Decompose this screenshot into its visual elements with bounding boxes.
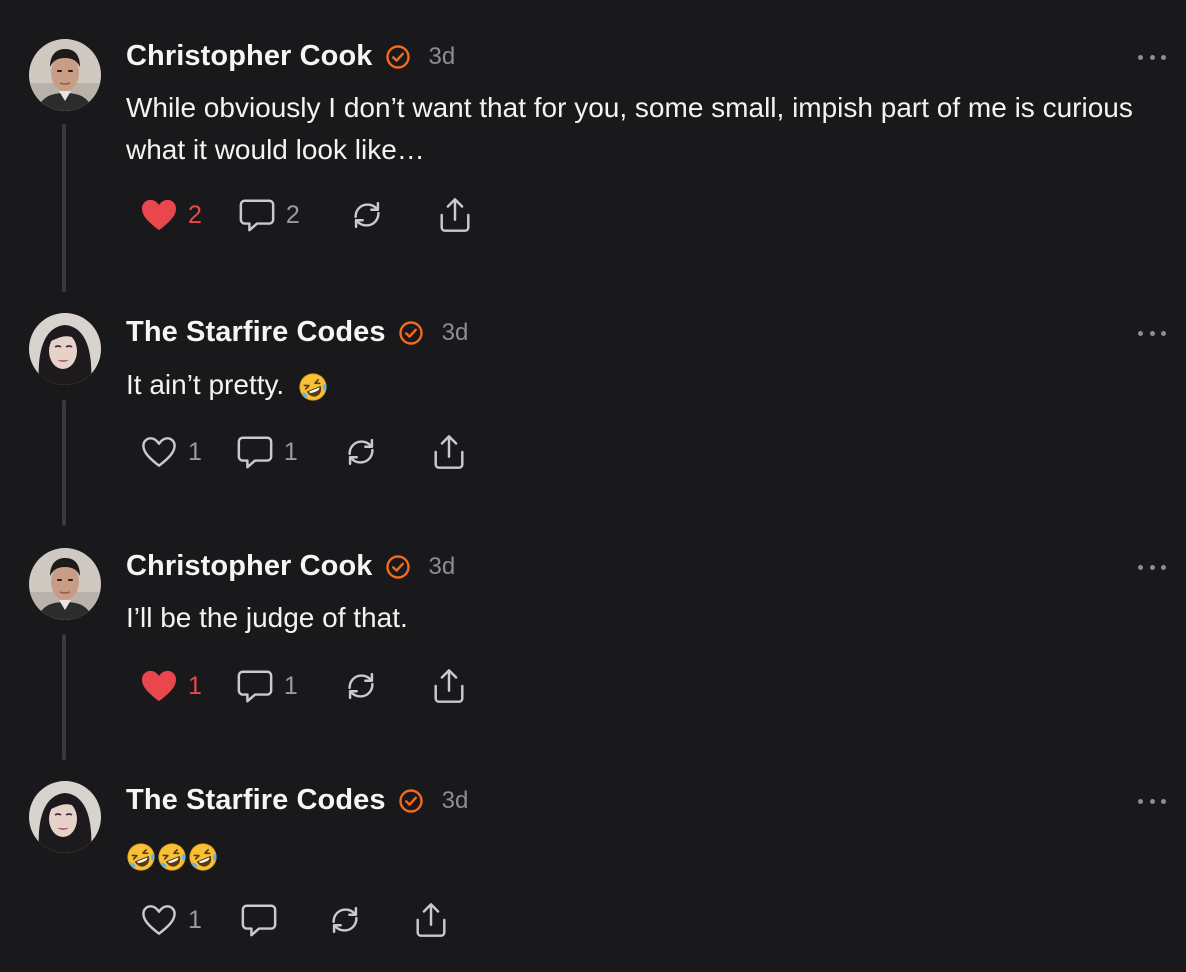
share-button[interactable] <box>436 196 474 234</box>
reply-button[interactable] <box>240 901 278 939</box>
action-bar: 2 2 <box>140 196 474 234</box>
verified-badge-icon <box>385 554 411 580</box>
avatar[interactable] <box>29 313 101 385</box>
woman-portrait-icon <box>29 781 101 853</box>
reply-count: 2 <box>285 200 300 229</box>
post-header: The Starfire Codes 3d <box>126 316 468 349</box>
thread-connector-line <box>62 124 66 292</box>
author-name[interactable]: Christopher Cook <box>126 550 373 583</box>
woman-portrait-icon <box>29 313 101 385</box>
share-icon <box>430 433 468 471</box>
reply-button[interactable]: 1 <box>236 667 298 705</box>
like-count: 1 <box>188 437 202 466</box>
like-button[interactable]: 1 <box>140 435 202 469</box>
heart-icon <box>140 198 178 232</box>
man-portrait-icon <box>29 548 101 620</box>
author-name[interactable]: Christopher Cook <box>126 40 373 73</box>
post-header: The Starfire Codes 3d <box>126 784 468 817</box>
avatar[interactable] <box>29 781 101 853</box>
action-bar: 1 <box>140 901 450 939</box>
heart-icon <box>140 669 178 703</box>
timestamp[interactable]: 3d <box>442 787 469 815</box>
share-button[interactable] <box>430 433 468 471</box>
reply-button[interactable]: 1 <box>236 433 298 471</box>
share-button[interactable] <box>430 667 468 705</box>
post-text: It ain’t pretty. <box>126 369 285 400</box>
verified-badge-icon <box>398 788 424 814</box>
more-options-icon[interactable] <box>1138 52 1166 62</box>
reply-count: 1 <box>283 437 298 466</box>
rolling-on-floor-laughing-emoji-icon <box>188 842 218 872</box>
share-icon <box>412 901 450 939</box>
rolling-on-floor-laughing-emoji-icon <box>298 372 328 402</box>
man-portrait-icon <box>29 39 101 111</box>
timestamp[interactable]: 3d <box>442 319 469 347</box>
avatar[interactable] <box>29 39 101 111</box>
repost-icon <box>342 433 380 471</box>
author-name[interactable]: The Starfire Codes <box>126 316 386 349</box>
comment-bubble-icon <box>240 901 278 939</box>
repost-button[interactable] <box>342 667 380 705</box>
more-options-icon[interactable] <box>1138 562 1166 572</box>
heart-icon <box>140 903 178 937</box>
like-count: 1 <box>188 671 202 700</box>
like-count: 2 <box>188 200 202 229</box>
more-options-icon[interactable] <box>1138 328 1166 338</box>
comment-bubble-icon <box>236 433 274 471</box>
timestamp[interactable]: 3d <box>429 43 456 71</box>
repost-button[interactable] <box>342 433 380 471</box>
timestamp[interactable]: 3d <box>429 553 456 581</box>
repost-button[interactable] <box>348 196 386 234</box>
share-icon <box>430 667 468 705</box>
share-icon <box>436 196 474 234</box>
like-button[interactable]: 1 <box>140 903 202 937</box>
rolling-on-floor-laughing-emoji-icon <box>126 842 156 872</box>
like-count: 1 <box>188 905 202 934</box>
thread-connector-line <box>62 634 66 760</box>
comment-bubble-icon <box>238 196 276 234</box>
thread-connector-line <box>62 400 66 526</box>
post-text: While obviously I don’t want that for yo… <box>126 92 1133 165</box>
post-header: Christopher Cook 3d <box>126 550 455 583</box>
more-options-icon[interactable] <box>1138 796 1166 806</box>
comment-bubble-icon <box>236 667 274 705</box>
repost-icon <box>348 196 386 234</box>
verified-badge-icon <box>398 320 424 346</box>
action-bar: 1 1 <box>140 667 468 705</box>
action-bar: 1 1 <box>140 433 468 471</box>
reply-button[interactable]: 2 <box>238 196 300 234</box>
post-header: Christopher Cook 3d <box>126 40 455 73</box>
reply-count: 1 <box>283 671 298 700</box>
post-body <box>126 834 1156 876</box>
like-button[interactable]: 1 <box>140 669 202 703</box>
share-button[interactable] <box>412 901 450 939</box>
author-name[interactable]: The Starfire Codes <box>126 784 386 817</box>
post-text: I’ll be the judge of that. <box>126 602 408 633</box>
repost-icon <box>326 901 364 939</box>
repost-button[interactable] <box>326 901 364 939</box>
reply-thread: Christopher Cook 3d While obviously I do… <box>0 0 1186 972</box>
rolling-on-floor-laughing-emoji-icon <box>157 842 187 872</box>
verified-badge-icon <box>385 44 411 70</box>
post-body: It ain’t pretty. <box>126 364 1156 406</box>
repost-icon <box>342 667 380 705</box>
heart-icon <box>140 435 178 469</box>
like-button[interactable]: 2 <box>140 198 202 232</box>
avatar[interactable] <box>29 548 101 620</box>
